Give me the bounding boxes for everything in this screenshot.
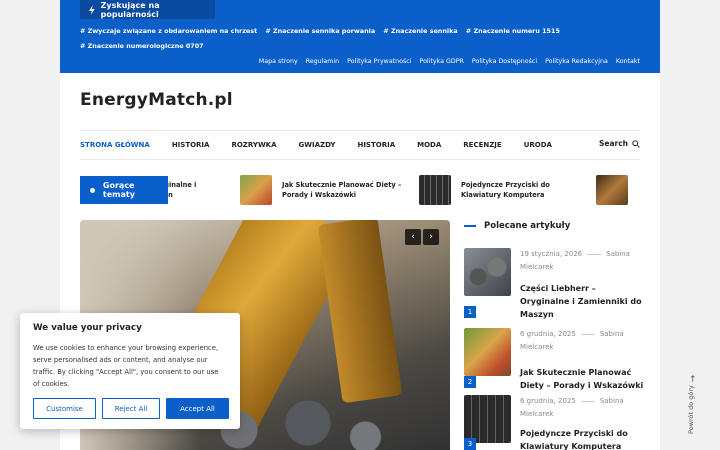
article-rank: 1: [464, 306, 476, 318]
main-nav: STRONA GŁÓWNA HISTORIA ROZRYWKA GWIAZDY …: [80, 130, 640, 160]
ticker-item-text: Jak Skutecznie Planować Diety – Porady i…: [282, 181, 402, 199]
hot-topics-label: Gorące tematy: [80, 176, 168, 204]
link-contact[interactable]: Kontakt: [616, 58, 640, 65]
tag-link[interactable]: # Znaczenie sennika porwania: [265, 27, 375, 35]
article-title[interactable]: Jak Skutecznie Planować Diety – Porady i…: [520, 366, 644, 392]
nav-item-entertainment[interactable]: ROZRYWKA: [231, 141, 276, 149]
sidebar-title-text: Polecane artykuły: [484, 221, 571, 231]
ticker-item[interactable]: Jak Skutecznie Planować Diety – Porady i…: [240, 175, 407, 205]
nav-item-fashion[interactable]: MODA: [417, 141, 441, 149]
article-rank: 3: [464, 438, 476, 450]
search-label: Search: [598, 139, 628, 148]
reject-all-button[interactable]: Reject All: [102, 398, 160, 419]
customise-button[interactable]: Customise: [33, 398, 96, 419]
hot-topics-text: Gorące tematy: [102, 181, 135, 199]
search-icon: [632, 139, 640, 148]
article-date: 6 grudnia, 2025: [520, 397, 576, 405]
trending-tags: # Zwyczaje związane z obdarowaniem na ch…: [80, 24, 640, 54]
trending-badge: Zyskujące na popularności: [80, 0, 215, 19]
article-meta: 19 stycznia, 2026 Sabina Mielcarek: [520, 248, 638, 274]
nav-item-history[interactable]: HISTORIA: [172, 141, 210, 149]
cookie-title: We value your privacy: [33, 323, 142, 333]
back-to-top-button[interactable]: ↑ Powrót do góry: [686, 375, 700, 439]
tag-link[interactable]: # Zwyczaje związane z obdarowaniem na ch…: [80, 27, 257, 35]
featured-article[interactable]: 1 19 stycznia, 2026 Sabina Mielcarek Częś…: [464, 248, 642, 319]
nav-item-reviews[interactable]: RECENZJE: [463, 141, 501, 149]
trending-label: Zyskujące na popularności: [100, 0, 160, 19]
slider-next-button[interactable]: ›: [423, 229, 439, 245]
ticker-item[interactable]: Pojedyncze Przyciski do Klawiatury Kompu…: [419, 175, 628, 205]
article-title[interactable]: Pojedyncze Przyciski do Klawiatury Kompu…: [520, 427, 644, 450]
top-bar: Zyskujące na popularności # Zwyczaje zwi…: [60, 0, 660, 73]
slider-prev-button[interactable]: ‹: [405, 229, 421, 245]
ticker-item-text: Pojedyncze Przyciski do Klawiatury Kompu…: [461, 181, 550, 199]
hero-image-arm: [317, 220, 403, 404]
article-meta: 6 grudnia, 2025 Sabina Mielcarek: [520, 395, 638, 421]
cookie-text: We use cookies to enhance your browsing …: [33, 344, 219, 388]
link-privacy[interactable]: Polityka Prywatności: [347, 58, 411, 65]
tag-link[interactable]: # Znaczenie sennika: [383, 27, 457, 35]
article-thumbnail: [464, 248, 511, 296]
article-rank: 2: [464, 376, 476, 388]
sidebar-title: Polecane artykuły: [464, 221, 570, 231]
ticker-item-text: yginalne i zyn: [160, 181, 197, 199]
article-thumbnail: [464, 328, 511, 376]
featured-article[interactable]: 3 6 grudnia, 2025 Sabina Mielcarek Pojedy…: [464, 395, 640, 450]
link-sitemap[interactable]: Mapa strony: [259, 58, 298, 65]
ticker-thumbnail: [240, 175, 272, 205]
ticker-item[interactable]: yginalne i zyn: [160, 175, 220, 205]
top-links: Mapa strony Regulamin Polityka Prywatnoś…: [259, 58, 640, 65]
link-accessibility[interactable]: Polityka Dostępności: [472, 58, 537, 65]
back-to-top-label: Powrót do góry: [687, 385, 695, 434]
link-editorial[interactable]: Polityka Redakcyjna: [545, 58, 608, 65]
dot-icon: [90, 187, 95, 193]
article-date: 19 stycznia, 2026: [520, 250, 583, 258]
chevron-left-icon: ‹: [411, 232, 415, 242]
link-terms[interactable]: Regulamin: [306, 58, 339, 65]
article-title[interactable]: Części Liebherr – Oryginalne i Zamiennik…: [520, 282, 644, 321]
link-gdpr[interactable]: Polityka GDPR: [420, 58, 464, 65]
ticker-thumbnail: [596, 175, 628, 205]
tag-link[interactable]: # Znaczenie numerologiczne 0707: [80, 42, 204, 50]
lightning-icon: [88, 4, 95, 15]
article-meta: 6 grudnia, 2025 Sabina Mielcarek: [520, 328, 638, 354]
tag-link[interactable]: # Znaczenie numeru 1515: [466, 27, 560, 35]
chevron-right-icon: ›: [429, 232, 433, 242]
featured-article[interactable]: 2 6 grudnia, 2025 Sabina Mielcarek Jak Sk…: [464, 328, 643, 390]
nav-item-beauty[interactable]: URODA: [524, 141, 552, 149]
accept-all-button[interactable]: Accept All: [166, 398, 229, 419]
article-date: 6 grudnia, 2025: [520, 330, 576, 338]
nav-item-stars[interactable]: GWIAZDY: [299, 141, 336, 149]
nav-item-history-2[interactable]: HISTORIA: [357, 141, 395, 149]
ticker-thumbnail: [419, 175, 451, 205]
article-thumbnail: [464, 395, 511, 443]
cookie-consent-dialog: We value your privacy We use cookies to …: [20, 313, 240, 429]
nav-item-home[interactable]: STRONA GŁÓWNA: [80, 141, 150, 149]
site-logo[interactable]: EnergyMatch.pl: [80, 90, 233, 110]
search-button[interactable]: Search: [599, 139, 640, 148]
hot-topics-ticker: Gorące tematy yginalne i zyn Jak Skutecz…: [80, 175, 640, 205]
title-accent: [464, 225, 476, 227]
